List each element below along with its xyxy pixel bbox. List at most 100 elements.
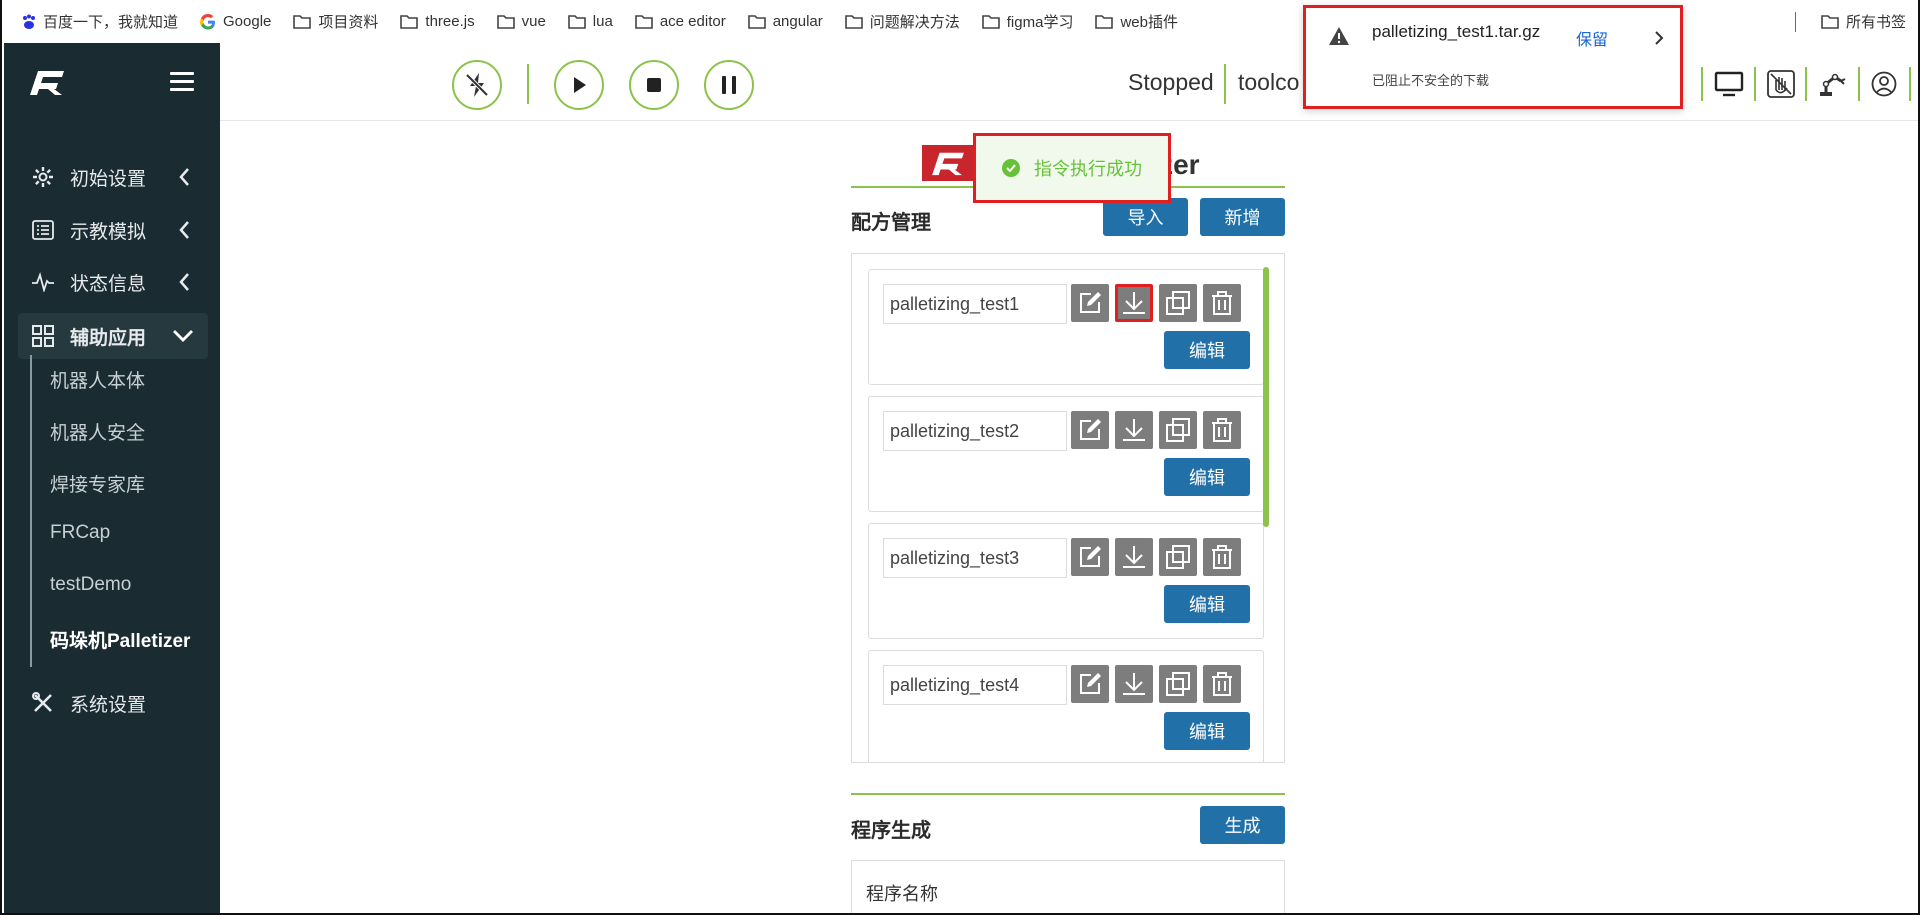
download-button[interactable] [1115,284,1153,322]
sidebar-item-label: 辅助应用 [70,327,147,349]
edit-recipe-button[interactable]: 编辑 [1164,712,1250,750]
bookmark-label: 百度一下，我就知道 [43,14,179,31]
section-divider [851,793,1285,795]
edit-icon [1080,292,1101,313]
recipe-card: palletizing_test4 编辑 [868,650,1264,762]
bookmark-google[interactable]: Google [200,13,271,30]
monitor-button[interactable] [1709,65,1749,103]
sidebar-subitem-testdemo[interactable]: testDemo [50,574,131,596]
recipe-list[interactable]: palletizing_test1 编辑 palletizing_test2 编… [851,253,1285,763]
recipe-card: palletizing_test2 编辑 [868,396,1264,512]
edit-recipe-button[interactable]: 编辑 [1164,331,1250,369]
sidebar-subitem-welding[interactable]: 焊接专家库 [50,470,145,497]
edit-recipe-button[interactable]: 编辑 [1164,458,1250,496]
play-icon [574,77,586,93]
robot-arm-button[interactable] [1812,65,1852,103]
chevron-left-icon [179,221,189,239]
bookmark-folder[interactable]: 问题解决方法 [844,11,960,32]
copy-button[interactable] [1159,411,1197,449]
delete-button[interactable] [1203,665,1241,703]
bookmark-label: figma学习 [1006,14,1074,31]
recipe-list-scrollbar[interactable] [1263,267,1269,527]
download-button[interactable] [1115,665,1153,703]
sidebar: 初始设置 示教模拟 状态信息 辅助应用 机器人本体 机器人安全 焊接专家库 FR… [4,43,220,913]
gear-icon [30,164,56,190]
stop-icon [647,78,661,92]
chevron-right-icon[interactable] [1654,30,1664,46]
hand-icon [1767,70,1795,98]
bookmark-folder[interactable]: angular [747,13,823,30]
copy-icon [1166,418,1190,442]
delete-button[interactable] [1203,411,1241,449]
folder-icon [567,15,586,29]
stop-button[interactable] [629,60,679,110]
folder-icon [747,15,766,29]
bookmark-label: angular [772,13,823,30]
sidebar-item-teaching[interactable]: 示教模拟 [18,207,208,253]
menu-toggle-icon[interactable] [170,72,194,92]
download-button[interactable] [1115,538,1153,576]
toolbar-divider [1805,67,1807,101]
bookmark-folder[interactable]: 项目资料 [293,11,378,32]
sidebar-subitem-palletizer[interactable]: 码垛机Palletizer [50,626,190,653]
drag-mode-button[interactable] [1761,65,1801,103]
folder-icon [1095,15,1114,29]
copy-button[interactable] [1159,284,1197,322]
sidebar-item-label: 系统设置 [70,694,147,716]
pause-button[interactable] [704,60,754,110]
folder-icon [1821,15,1839,29]
delete-button[interactable] [1203,284,1241,322]
user-button[interactable] [1864,65,1904,103]
rename-button[interactable] [1071,538,1109,576]
palletizer-logo [922,145,974,181]
fr-logo-icon [30,71,64,95]
recipe-name-field[interactable]: palletizing_test3 [883,538,1067,578]
generate-button[interactable]: 生成 [1200,806,1285,844]
bookmark-folder[interactable]: web插件 [1095,11,1178,32]
play-button[interactable] [554,60,604,110]
download-button[interactable] [1115,411,1153,449]
download-icon [1123,292,1145,314]
sidebar-item-initial-settings[interactable]: 初始设置 [18,154,208,200]
rename-button[interactable] [1071,284,1109,322]
app-window: 百度一下，我就知道 Google 项目资料 three.js vue lua a… [0,0,1920,915]
pulse-icon [30,269,56,295]
bookmark-folder[interactable]: figma学习 [981,11,1074,32]
bookmark-baidu[interactable]: 百度一下，我就知道 [22,11,178,32]
sidebar-item-system-settings[interactable]: 系统设置 [18,680,208,726]
toast-message: 指令执行成功 [1034,159,1142,179]
sidebar-subitem-robot-body[interactable]: 机器人本体 [50,366,145,393]
recipe-name-field[interactable]: palletizing_test1 [883,284,1067,324]
import-button[interactable]: 导入 [1103,198,1188,236]
folder-icon [981,15,1000,29]
chevron-left-icon [179,168,189,186]
list-icon [30,217,56,243]
sidebar-subitem-robot-safety[interactable]: 机器人安全 [50,418,145,445]
delete-button[interactable] [1203,538,1241,576]
sidebar-item-auxiliary[interactable]: 辅助应用 [18,313,208,359]
warning-icon [1329,27,1349,45]
bookmark-folder[interactable]: ace editor [635,13,726,30]
add-recipe-button[interactable]: 新增 [1200,198,1285,236]
rename-button[interactable] [1071,411,1109,449]
all-bookmarks-button[interactable]: 所有书签 [1821,0,1906,43]
rename-button[interactable] [1071,665,1109,703]
toolbar-divider [527,64,529,104]
bookmark-folder[interactable]: vue [496,13,546,30]
copy-button[interactable] [1159,665,1197,703]
edit-recipe-button[interactable]: 编辑 [1164,585,1250,623]
recipe-name-field[interactable]: palletizing_test2 [883,411,1067,451]
recipe-name-field[interactable]: palletizing_test4 [883,665,1067,705]
trash-icon [1212,545,1232,569]
submenu-line [30,355,32,667]
bookmark-folder[interactable]: three.js [400,13,475,30]
download-icon [1123,419,1145,441]
disable-robot-button[interactable] [452,60,502,110]
bookmark-folder[interactable]: lua [567,13,613,30]
sidebar-item-label: 状态信息 [70,273,147,295]
sidebar-item-status[interactable]: 状态信息 [18,259,208,305]
keep-download-button[interactable]: 保留 [1576,26,1608,50]
sidebar-subitem-frcap[interactable]: FRCap [50,522,110,544]
check-circle-icon [1002,159,1020,177]
copy-button[interactable] [1159,538,1197,576]
